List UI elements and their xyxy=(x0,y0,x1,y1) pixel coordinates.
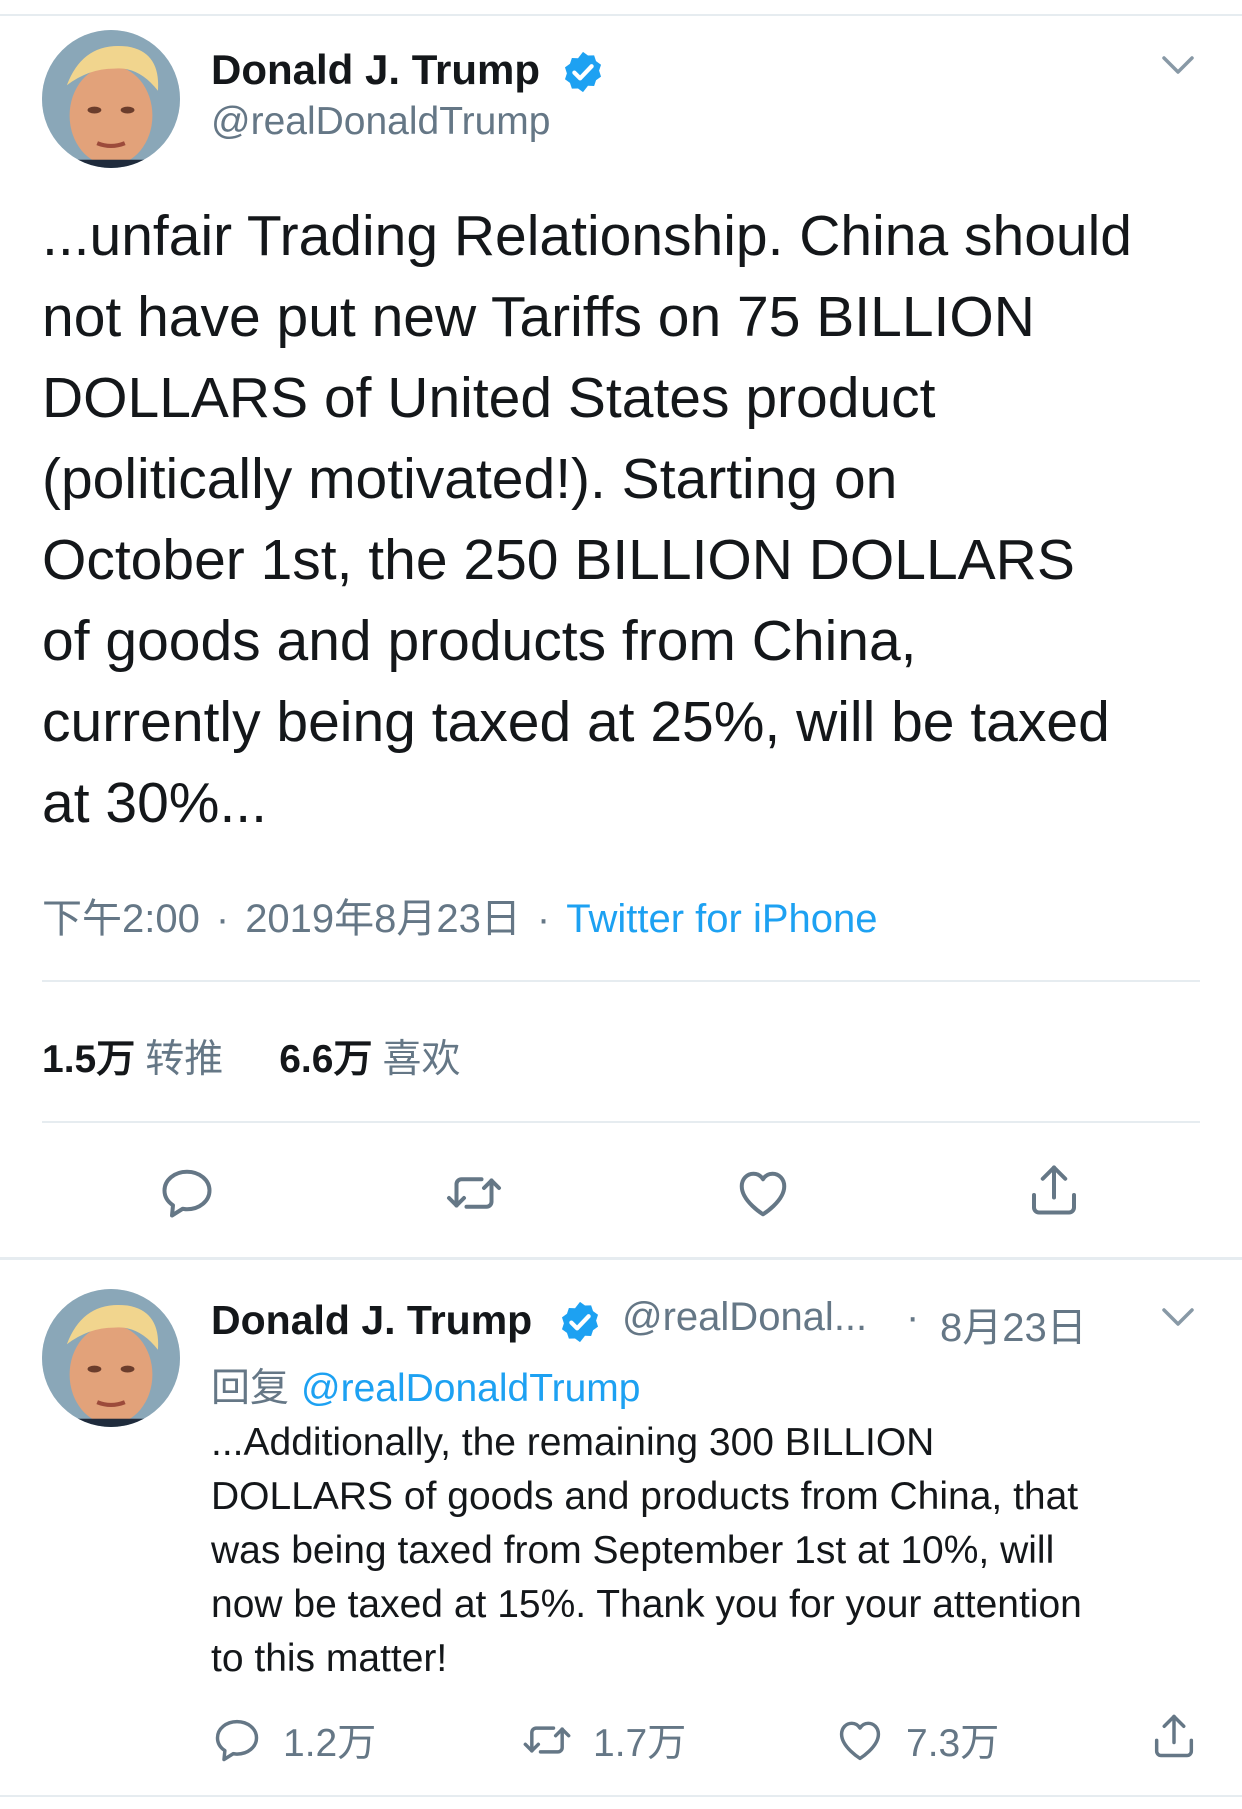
retweet-button[interactable]: 1.7万 xyxy=(521,1712,686,1768)
verified-badge-icon xyxy=(561,1301,599,1343)
likes-label: 喜欢 xyxy=(382,1038,461,1081)
tweet-date[interactable]: 8月23日 xyxy=(940,1295,1087,1353)
share-icon xyxy=(1154,1714,1194,1758)
chevron-down-icon[interactable] xyxy=(1158,52,1198,78)
bottom-divider xyxy=(0,1795,1242,1797)
author-handle[interactable]: @realDonaldTrump xyxy=(211,100,550,144)
reply-icon[interactable] xyxy=(157,1163,217,1223)
like-count: 7.3万 xyxy=(906,1722,1000,1765)
author-handle[interactable]: @realDonal... xyxy=(622,1295,867,1340)
avatar-image xyxy=(42,1289,180,1427)
share-icon[interactable] xyxy=(1024,1160,1084,1220)
like-button[interactable]: 7.3万 xyxy=(834,1712,999,1768)
reply-button[interactable]: 1.2万 xyxy=(211,1712,376,1768)
tweet-separator xyxy=(0,1257,1242,1260)
replying-label: 回复 xyxy=(211,1367,290,1410)
replying-mention[interactable]: @realDonaldTrump xyxy=(301,1367,640,1410)
meta-separator: · xyxy=(536,897,551,941)
retweet-icon xyxy=(523,1726,571,1754)
main-tweet: Donald J. Trump @realDonaldTrump ...unfa… xyxy=(0,0,1242,1262)
author-name[interactable]: Donald J. Trump xyxy=(211,46,540,94)
reply-icon xyxy=(215,1719,259,1762)
retweet-icon[interactable] xyxy=(444,1163,504,1223)
divider xyxy=(42,980,1200,982)
replying-to: 回复 @realDonaldTrump xyxy=(211,1357,640,1413)
tweet-date[interactable]: 2019年8月23日 xyxy=(245,897,521,941)
tweet-time[interactable]: 下午2:00 xyxy=(42,897,200,941)
share-button[interactable] xyxy=(1148,1710,1200,1762)
heart-icon[interactable] xyxy=(733,1163,793,1223)
tweet-stats: 1.5万 转推 6.6万 喜欢 xyxy=(42,1028,460,1084)
verified-badge-icon xyxy=(564,51,602,93)
likes-count: 6.6万 xyxy=(279,1038,373,1081)
heart-icon xyxy=(839,1721,881,1761)
retweets-count: 1.5万 xyxy=(42,1038,136,1081)
avatar[interactable] xyxy=(42,30,180,168)
avatar-image xyxy=(42,30,180,168)
reply-count: 1.2万 xyxy=(283,1722,377,1765)
author-name[interactable]: Donald J. Trump xyxy=(211,1297,532,1344)
avatar[interactable] xyxy=(42,1289,180,1427)
tweet-text: ...unfair Trading Relationship. China sh… xyxy=(42,204,1132,835)
tweet-meta: 下午2:00 · 2019年8月23日 · Twitter for iPhone xyxy=(42,886,878,944)
retweet-count: 1.7万 xyxy=(593,1722,687,1765)
tweet-text: ...Additionally, the remaining 300 BILLI… xyxy=(211,1421,1082,1680)
chevron-down-icon[interactable] xyxy=(1158,1304,1198,1330)
divider xyxy=(42,1121,1200,1123)
likes-stat[interactable]: 6.6万 喜欢 xyxy=(279,1038,460,1081)
meta-separator: · xyxy=(215,897,230,941)
retweets-label: 转推 xyxy=(145,1038,224,1081)
meta-separator: · xyxy=(906,1295,920,1339)
tweet-source[interactable]: Twitter for iPhone xyxy=(566,897,877,941)
retweets-stat[interactable]: 1.5万 转推 xyxy=(42,1038,223,1081)
